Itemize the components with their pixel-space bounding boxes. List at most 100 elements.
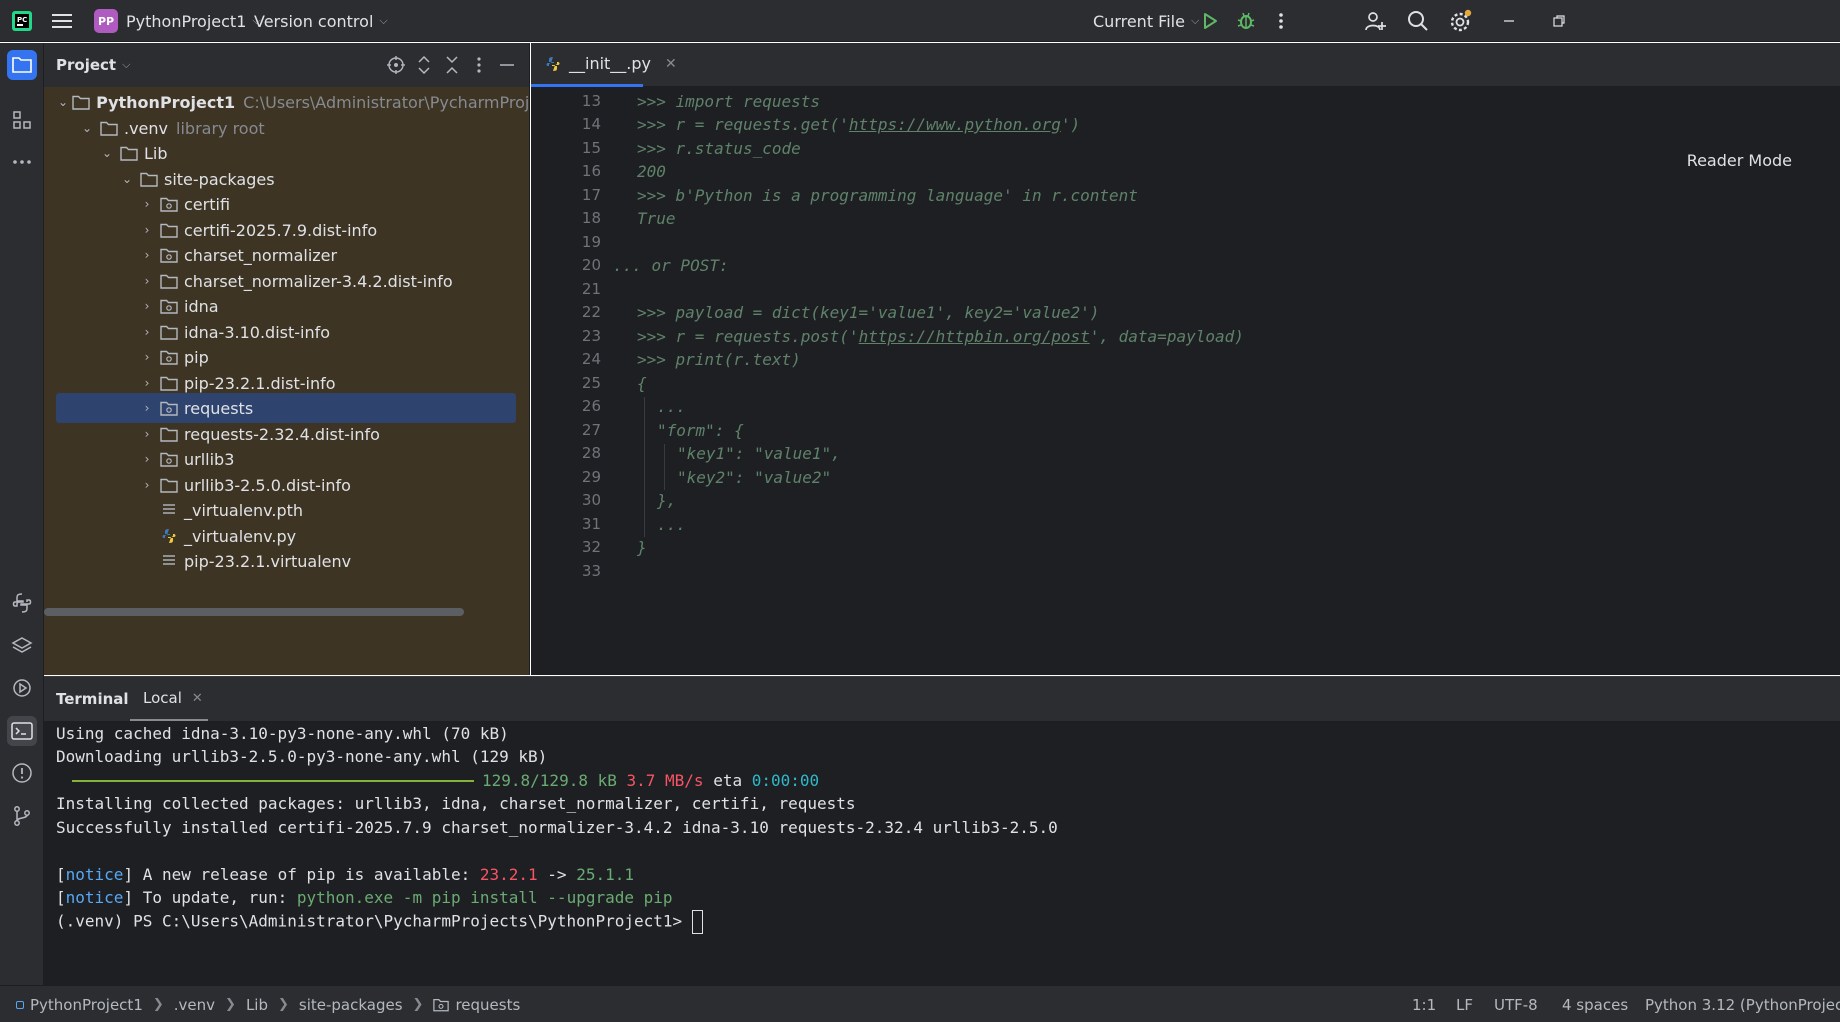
close-tab-icon[interactable]: ✕ bbox=[665, 56, 677, 72]
pip-notice-line: [notice] A new release of pip is availab… bbox=[56, 865, 634, 884]
locate-file-button[interactable] bbox=[387, 56, 405, 78]
code-with-me-button[interactable] bbox=[1364, 0, 1386, 42]
editor-tab-init-py[interactable]: __init__.py ✕ bbox=[531, 43, 677, 87]
line-number: 24 bbox=[581, 350, 601, 368]
debug-button[interactable] bbox=[1236, 0, 1256, 42]
file-encoding[interactable]: UTF-8 bbox=[1494, 986, 1538, 1022]
project-view-selector[interactable]: Project ⌵ bbox=[56, 43, 130, 87]
breadcrumb-item[interactable]: requests bbox=[455, 996, 520, 1014]
download-progress-line: 129.8/129.8 kB 3.7 MB/s eta 0:00:00 bbox=[72, 771, 819, 790]
run-configuration-selector[interactable]: Current File ⌵ bbox=[1093, 0, 1199, 42]
chevron-down-icon[interactable]: ⌄ bbox=[118, 172, 136, 186]
tree-node-label: .venv bbox=[124, 118, 169, 138]
close-tab-icon[interactable]: ✕ bbox=[192, 691, 203, 706]
chevron-down-icon[interactable]: ⌄ bbox=[98, 146, 116, 160]
chevron-right-icon[interactable]: › bbox=[138, 427, 156, 441]
version-control-menu[interactable]: Version control ⌵ bbox=[254, 0, 388, 42]
breadcrumb-item[interactable]: PythonProject1 bbox=[30, 996, 143, 1014]
breadcrumb-item[interactable]: site-packages bbox=[299, 996, 403, 1014]
structure-tool-button[interactable] bbox=[7, 105, 37, 135]
line-number: 21 bbox=[581, 280, 601, 298]
chevron-right-icon[interactable]: › bbox=[138, 376, 156, 390]
chevron-down-icon[interactable]: ⌄ bbox=[78, 121, 96, 135]
chevron-down-icon[interactable]: ⌄ bbox=[58, 95, 68, 109]
code-text: ', data=payload) bbox=[1089, 327, 1244, 346]
minimize-window-button[interactable] bbox=[1502, 0, 1516, 42]
chevron-right-icon[interactable]: › bbox=[138, 299, 156, 313]
run-button[interactable] bbox=[1201, 0, 1219, 42]
python-interpreter[interactable]: Python 3.12 (PythonProjec bbox=[1645, 986, 1840, 1022]
more-tool-windows-button[interactable] bbox=[7, 147, 37, 177]
tree-node-label: requests bbox=[184, 398, 254, 418]
app-logo[interactable]: PC bbox=[12, 0, 32, 42]
expand-all-button[interactable] bbox=[417, 55, 431, 78]
settings-button[interactable] bbox=[1449, 0, 1473, 42]
chevron-right-icon[interactable]: › bbox=[138, 350, 156, 364]
terminal-tab-local[interactable]: Local ✕ bbox=[130, 677, 208, 721]
collapse-all-button[interactable] bbox=[445, 56, 459, 78]
pip-notice-line: [notice] To update, run: python.exe -m p… bbox=[56, 888, 673, 907]
package-icon bbox=[160, 298, 178, 314]
search-icon bbox=[1408, 11, 1428, 31]
add-user-icon bbox=[1365, 12, 1386, 31]
chevron-right-icon[interactable]: › bbox=[138, 274, 156, 288]
indent-guide bbox=[644, 397, 645, 537]
folder-icon bbox=[160, 375, 178, 391]
new-version: 25.1.1 bbox=[576, 865, 634, 884]
line-number: 28 bbox=[581, 444, 601, 462]
crosshair-icon bbox=[387, 56, 405, 74]
python-console-tool-button[interactable] bbox=[7, 588, 37, 618]
breadcrumb-item[interactable]: Lib bbox=[246, 996, 268, 1014]
reader-mode-toggle[interactable]: Reader Mode bbox=[1687, 151, 1792, 170]
terminal-tab-bar: Terminal Local ✕ bbox=[44, 677, 1840, 721]
search-everywhere-button[interactable] bbox=[1407, 0, 1429, 42]
code-text: ') bbox=[1060, 115, 1081, 134]
line-number: 15 bbox=[581, 139, 601, 157]
chevron-right-icon[interactable]: › bbox=[138, 478, 156, 492]
version-control-tool-button[interactable] bbox=[7, 801, 37, 831]
main-menu-button[interactable] bbox=[52, 0, 72, 42]
code-line: } bbox=[637, 538, 647, 557]
project-panel-title: Project bbox=[56, 56, 117, 74]
project-options-button[interactable] bbox=[476, 56, 482, 78]
indent-setting[interactable]: 4 spaces bbox=[1562, 986, 1628, 1022]
more-actions-button[interactable] bbox=[1278, 0, 1284, 42]
tree-node-label: pip-23.2.1.virtualenv bbox=[184, 551, 352, 571]
chevron-right-icon: ❯ bbox=[225, 997, 236, 1012]
chevron-right-icon[interactable]: › bbox=[138, 248, 156, 262]
tree-node-pip-virtualenv[interactable]: pip-23.2.1.virtualenv bbox=[56, 546, 516, 576]
chevron-right-icon[interactable]: › bbox=[138, 223, 156, 237]
services-tool-button[interactable] bbox=[7, 673, 37, 703]
chevron-right-icon[interactable]: › bbox=[138, 452, 156, 466]
breadcrumb-item[interactable]: .venv bbox=[174, 996, 215, 1014]
folder-icon bbox=[160, 477, 178, 493]
problems-tool-button[interactable] bbox=[7, 758, 37, 788]
chevron-right-icon[interactable]: › bbox=[138, 401, 156, 415]
hide-panel-button[interactable] bbox=[499, 56, 515, 78]
folder-icon bbox=[160, 324, 178, 340]
package-icon bbox=[160, 349, 178, 365]
code-line: >>> r = requests.get('https://www.python… bbox=[637, 115, 1080, 134]
line-number: 23 bbox=[581, 327, 601, 345]
project-name: PythonProject1 bbox=[126, 11, 247, 31]
code-line: >>> r.status_code bbox=[637, 139, 801, 158]
project-switcher[interactable]: PP PythonProject1 ⌵ bbox=[94, 0, 261, 42]
terminal-prompt-line[interactable]: (.venv) PS C:\Users\Administrator\Pychar… bbox=[56, 910, 703, 934]
python-packages-tool-button[interactable] bbox=[7, 631, 37, 661]
line-separator[interactable]: LF bbox=[1456, 986, 1473, 1022]
tree-horizontal-scrollbar[interactable] bbox=[44, 608, 464, 616]
project-tool-button[interactable] bbox=[7, 50, 37, 80]
tree-node-label: urllib3-2.5.0.dist-info bbox=[184, 475, 351, 495]
more-vertical-icon bbox=[1279, 13, 1283, 29]
code-link[interactable]: https://httpbin.org/post bbox=[859, 327, 1090, 346]
chevron-right-icon[interactable]: › bbox=[138, 197, 156, 211]
terminal-line: Successfully installed certifi-2025.7.9 … bbox=[56, 818, 1058, 837]
code-link[interactable]: https://www.python.org bbox=[849, 115, 1061, 134]
chevron-right-icon[interactable]: › bbox=[138, 325, 156, 339]
terminal-tool-button[interactable] bbox=[7, 716, 37, 746]
code-line: >>> r = requests.post('https://httpbin.o… bbox=[637, 327, 1244, 346]
code-line: ... bbox=[657, 397, 686, 416]
project-panel-header: Project ⌵ bbox=[44, 43, 529, 87]
restore-window-button[interactable] bbox=[1552, 0, 1566, 42]
caret-position[interactable]: 1:1 bbox=[1412, 986, 1436, 1022]
